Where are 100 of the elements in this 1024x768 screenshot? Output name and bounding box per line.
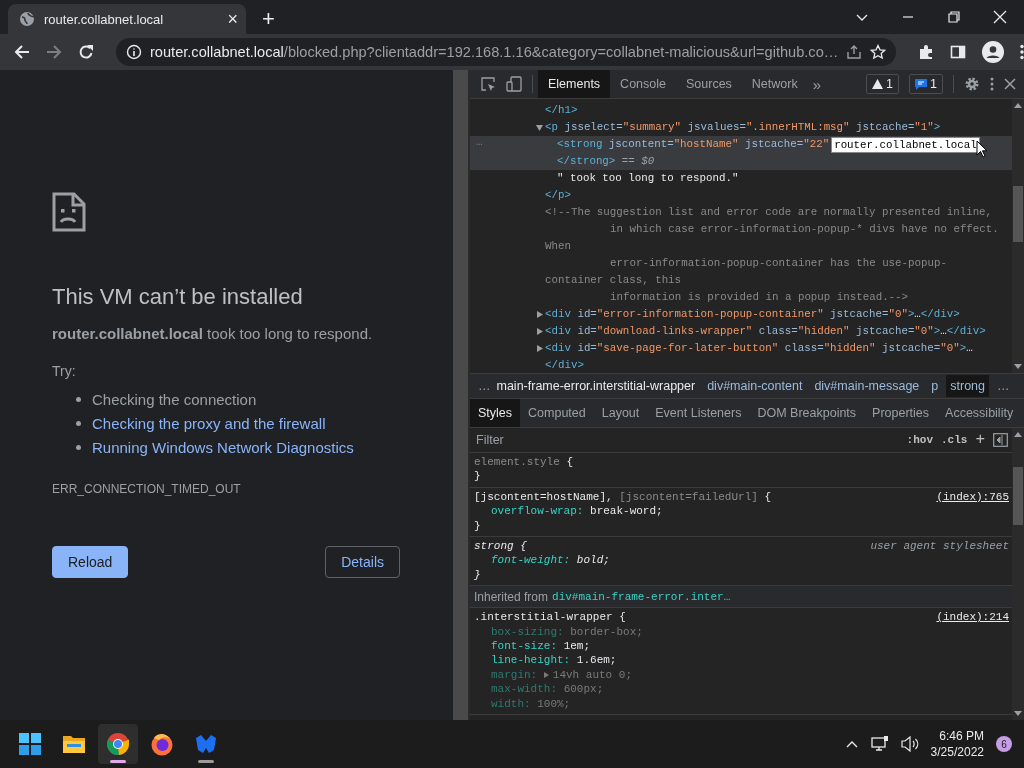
code-line[interactable]: error-information-popup-container has the use-popup- (610, 255, 947, 272)
settings-icon[interactable] (964, 76, 980, 92)
chrome-icon[interactable] (106, 732, 130, 756)
info-icon[interactable] (126, 44, 142, 60)
puzzle-icon[interactable] (918, 44, 935, 60)
clock-time[interactable]: 6:46 PM (939, 728, 984, 744)
expand-triangle-icon[interactable] (536, 345, 543, 352)
sidebar-tab[interactable]: Properties (864, 399, 938, 427)
code-line[interactable]: in which case error-information-popup-* divs have no effect. (610, 221, 999, 238)
breadcrumb-overflow[interactable]: … (997, 379, 1010, 393)
clock-date[interactable]: 3/25/2022 (930, 744, 984, 760)
suggestion-link[interactable]: Running Windows Network Diagnostics (92, 438, 354, 456)
suggestion-link[interactable]: Checking the proxy and the firewall (92, 414, 326, 432)
reload-icon[interactable] (78, 44, 94, 60)
close-icon[interactable] (1004, 78, 1016, 90)
windows-logo-icon[interactable] (18, 732, 42, 756)
device-toolbar-icon[interactable] (506, 76, 522, 92)
share-icon[interactable] (846, 44, 863, 60)
restore-icon[interactable] (947, 10, 961, 24)
sidebar-tab[interactable]: Computed (520, 399, 594, 427)
hover-state-button[interactable]: :hov (906, 434, 933, 446)
more-menu-icon[interactable] (1020, 44, 1024, 60)
breadcrumb-overflow[interactable]: … (478, 379, 491, 393)
warning-icon (872, 79, 884, 89)
profile-icon[interactable] (982, 41, 1005, 63)
browser-tab[interactable]: router.collabnet.local × (8, 4, 246, 34)
code-line[interactable]: </div> (545, 357, 584, 373)
code-line[interactable]: <p jsselect="summary" jsvalues=".innerHTML:msg" jstcache="1"> (545, 119, 941, 136)
sidebar-tab[interactable]: Styles (470, 399, 521, 427)
network-icon[interactable] (870, 736, 889, 752)
expand-triangle-icon[interactable] (536, 311, 543, 318)
code-line[interactable]: </p> (545, 187, 571, 204)
source-link[interactable]: (index):765 (936, 489, 1009, 505)
bullet-icon (76, 444, 81, 450)
new-tab-button[interactable]: + (262, 8, 275, 30)
sidebar-tab[interactable]: Layout (593, 399, 648, 427)
code-line[interactable]: <div id="download-links-wrapper" class="hidden" jstcache="0">…</div> (545, 323, 986, 340)
css-property[interactable]: font-weight: bold; (474, 553, 1009, 568)
star-icon[interactable] (870, 44, 887, 60)
hover-tooltip: router.collabnet.local (831, 136, 980, 153)
more-tabs-button[interactable]: » (812, 75, 822, 93)
sidebar-tab[interactable]: Event Listeners (647, 399, 750, 427)
code-line[interactable]: information is provided in a popup instead.--> (610, 289, 909, 306)
sidebar-toggle-icon[interactable] (993, 433, 1008, 447)
css-property[interactable]: max-width: 600px; (474, 682, 1009, 697)
css-property[interactable]: overflow-wrap: break-word; (474, 504, 1009, 519)
devtools-tab[interactable]: Elements (538, 70, 611, 98)
devtools-tab[interactable]: Sources (676, 70, 742, 98)
scrollbar[interactable] (1012, 99, 1024, 373)
breadcrumb[interactable]: div#main-content (707, 379, 803, 393)
css-property[interactable]: width: 100%; (474, 696, 1009, 712)
close-tab-button[interactable]: × (227, 10, 238, 28)
devtools-tab[interactable]: Network (741, 70, 808, 98)
taskbar-button[interactable] (98, 724, 138, 764)
sad-page-icon (52, 192, 86, 232)
side-panel-icon[interactable] (950, 44, 967, 60)
expand-triangle-icon[interactable] (543, 672, 549, 679)
code-line[interactable]: <strong jscontent="hostName" jstcache="22" (557, 136, 830, 153)
volume-icon[interactable] (900, 736, 919, 752)
breadcrumb[interactable]: strong (946, 375, 989, 397)
sidebar-tab[interactable]: Accessibility (937, 399, 1022, 427)
notification-badge[interactable]: 6 (996, 736, 1012, 752)
collapse-triangle-icon[interactable] (536, 124, 543, 131)
breadcrumb[interactable]: main-frame-error.interstitial-wrapper (496, 379, 696, 393)
address-bar[interactable]: router.collabnet.local/blocked.php?clientaddr=192.168.1.16&category=collabnet-malicious&url=github.co… (116, 38, 897, 66)
css-property[interactable]: font-size: 1em; (474, 639, 1009, 654)
source-link[interactable]: (index):214 (936, 610, 1009, 625)
code-line[interactable]: </strong> == $0 (557, 153, 655, 170)
devtools-tab[interactable]: Console (610, 70, 676, 98)
warnings-badge[interactable]: 1 (866, 74, 900, 94)
new-rule-button[interactable]: + (975, 431, 985, 449)
code-line[interactable]: " took too long to respond." (557, 170, 739, 187)
forward-arrow-icon[interactable] (46, 44, 62, 60)
sidebar-tab[interactable]: DOM Breakpoints (749, 399, 865, 427)
more-menu-icon[interactable] (990, 77, 994, 91)
code-line[interactable]: When (545, 238, 571, 255)
scrollbar[interactable] (453, 70, 470, 720)
error-code: ERR_CONNECTION_TIMED_OUT (52, 482, 242, 496)
firefox-icon[interactable] (150, 732, 174, 756)
app-logo-icon[interactable] (194, 732, 218, 756)
breadcrumb[interactable]: p (931, 379, 939, 393)
details-button[interactable]: Details (325, 546, 400, 578)
css-property[interactable]: box-sizing: border-box; (474, 624, 1009, 640)
css-selector: .interstitial-wrapper { (474, 610, 626, 625)
reload-button[interactable]: Reload (52, 546, 129, 578)
inherited-element-link[interactable]: div#main-frame-error.inter… (552, 590, 731, 603)
code-line[interactable]: <div id="error-information-popup-container" jstcache="0">…</div> (545, 306, 960, 323)
code-line[interactable]: <div id="save-page-for-later-button" class="hidden" jstcache="0">… (545, 340, 973, 357)
class-button[interactable]: .cls (941, 434, 968, 446)
code-line[interactable]: </h1> (545, 102, 578, 119)
expand-triangle-icon[interactable] (536, 328, 543, 335)
css-property[interactable]: line-height: 1.6em; (474, 653, 1009, 668)
breadcrumb[interactable]: div#main-message (814, 379, 920, 393)
messages-badge[interactable]: 1 (909, 74, 943, 94)
inspect-icon[interactable] (480, 76, 496, 92)
code-line[interactable]: container class, this (545, 272, 682, 289)
css-property[interactable]: margin: 14vh auto 0; (474, 667, 1009, 683)
back-arrow-icon[interactable] (14, 44, 30, 60)
code-line[interactable]: <!--The suggestion list and error code are normally presented inline, (545, 204, 993, 221)
scrollbar[interactable] (1012, 428, 1024, 720)
